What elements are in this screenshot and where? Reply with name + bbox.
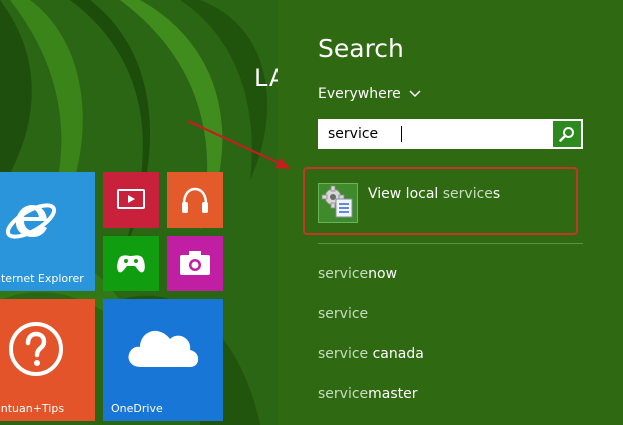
tile-help-tips-label: antuan+Tips bbox=[0, 402, 65, 415]
result-label-prefix: View local bbox=[368, 186, 443, 202]
search-scope-dropdown[interactable]: Everywhere bbox=[318, 86, 421, 102]
suggestion-item[interactable]: service canada bbox=[318, 346, 424, 362]
suggestion-rest: canada bbox=[368, 346, 424, 362]
tile-internet-explorer-label: nternet Explorer bbox=[0, 272, 84, 285]
search-heading: Search bbox=[318, 34, 404, 63]
suggestion-match: service bbox=[318, 386, 369, 402]
game-controller-icon bbox=[117, 255, 145, 273]
tile-internet-explorer[interactable]: nternet Explorer bbox=[0, 172, 95, 291]
suggestion-match: service bbox=[318, 306, 369, 322]
tile-games[interactable] bbox=[103, 236, 159, 291]
search-scope-label: Everywhere bbox=[318, 86, 401, 102]
help-question-icon bbox=[9, 322, 63, 376]
suggestion-item[interactable]: servicemaster bbox=[318, 386, 418, 402]
tile-help-tips[interactable]: antuan+Tips bbox=[0, 299, 95, 421]
results-divider bbox=[318, 243, 583, 244]
chevron-down-icon bbox=[409, 90, 421, 98]
result-view-local-services[interactable]: View local services bbox=[318, 183, 578, 223]
suggestion-rest: now bbox=[368, 266, 398, 282]
tile-onedrive[interactable]: OneDrive bbox=[103, 299, 223, 421]
search-button[interactable] bbox=[553, 121, 581, 147]
search-input[interactable] bbox=[320, 121, 552, 147]
tile-camera[interactable] bbox=[167, 236, 223, 291]
magnifier-icon bbox=[559, 127, 574, 142]
search-box bbox=[318, 119, 583, 149]
tile-video[interactable] bbox=[103, 172, 159, 228]
search-charm-panel: Search Everywhere service View local ser… bbox=[278, 0, 623, 425]
tile-onedrive-label: OneDrive bbox=[111, 402, 163, 415]
tile-music[interactable] bbox=[167, 172, 223, 228]
annotation-arrow bbox=[187, 120, 291, 169]
headphones-icon bbox=[182, 187, 208, 213]
suggestion-match: service bbox=[318, 266, 369, 282]
suggestion-rest: master bbox=[368, 386, 418, 402]
result-label-suffix: s bbox=[492, 186, 501, 202]
suggestion-item[interactable]: service bbox=[318, 306, 368, 322]
result-label: View local services bbox=[368, 186, 500, 202]
camera-icon bbox=[180, 251, 210, 275]
internet-explorer-icon bbox=[5, 203, 57, 239]
suggestion-item[interactable]: servicenow bbox=[318, 266, 397, 282]
video-icon bbox=[117, 189, 145, 209]
suggestion-match: service bbox=[318, 346, 369, 362]
text-caret bbox=[401, 126, 402, 142]
onedrive-cloud-icon bbox=[128, 330, 199, 367]
result-label-match: service bbox=[442, 186, 493, 202]
services-gear-icon bbox=[318, 183, 358, 223]
